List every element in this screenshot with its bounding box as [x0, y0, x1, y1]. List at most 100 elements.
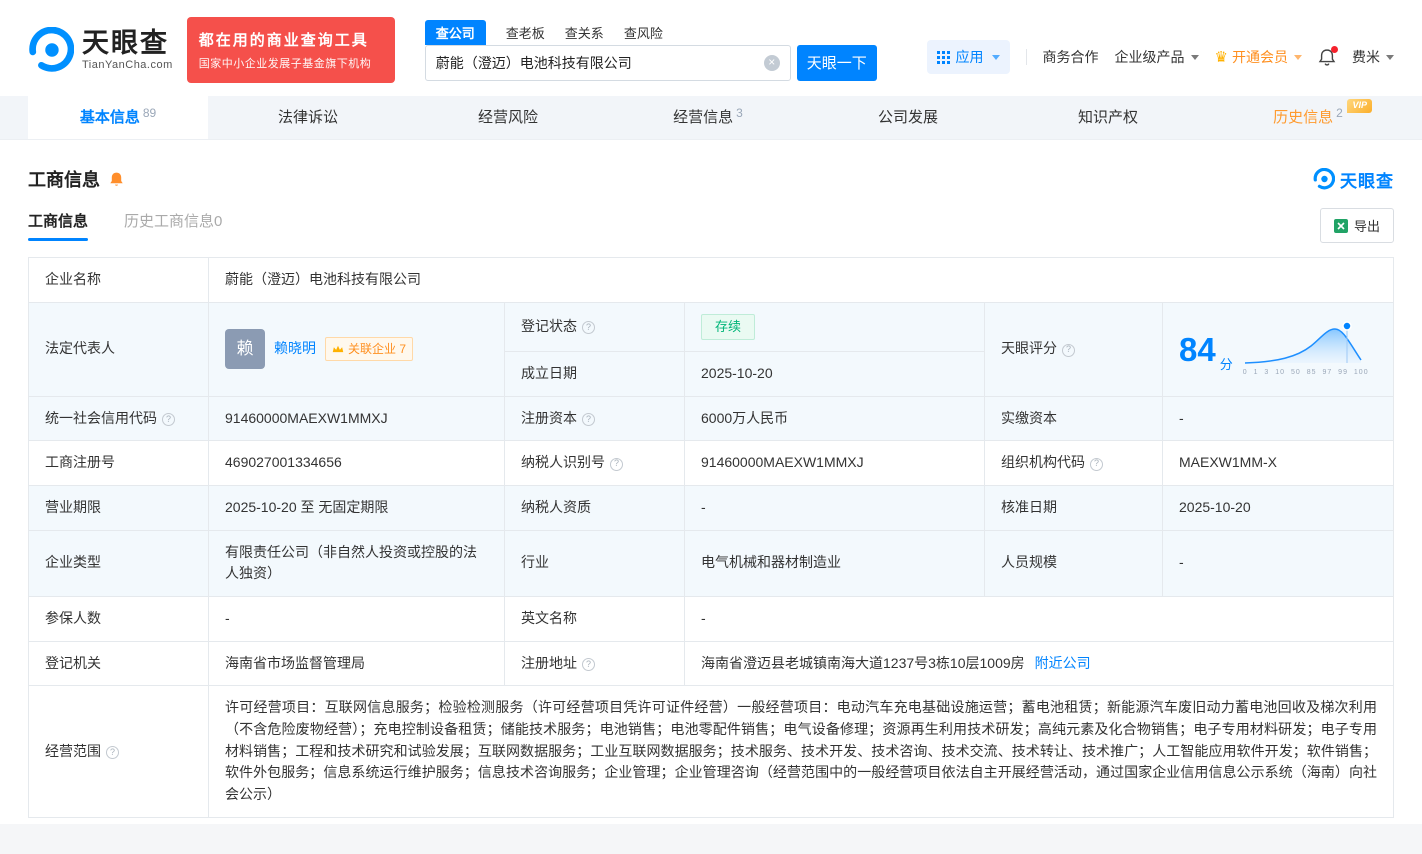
help-icon[interactable]: ?: [162, 412, 175, 426]
score-axis-labels: 0 1 3 10 50 85 97 99 100: [1242, 369, 1369, 377]
app-grid-icon: [936, 50, 950, 64]
search-tab-boss[interactable]: 查老板: [506, 20, 545, 45]
field-label: 企业类型: [28, 529, 209, 597]
tab-history-info[interactable]: VIP 历史信息 2: [1208, 96, 1408, 139]
tab-count: 89: [142, 106, 157, 120]
subscribe-bell[interactable]: [108, 171, 125, 188]
field-label: 纳税人资质: [504, 484, 685, 531]
nearby-companies-link[interactable]: 附近公司: [1035, 655, 1091, 671]
company-name-value: 蔚能（澄迈）电池科技有限公司: [208, 257, 1394, 303]
tyc-score-cell[interactable]: 84 分 0 1 3 10 50 85 97 99 100: [1162, 301, 1394, 397]
tab-label: 历史信息: [1273, 109, 1334, 126]
avatar[interactable]: 赖: [225, 329, 265, 370]
watermark-text: 天眼查: [1340, 171, 1394, 191]
reg-capital-value: 6000万人民币: [684, 395, 985, 442]
table-row: 企业类型 有限责任公司（非自然人投资或控股的法人独资） 行业 电气机械和器材制造…: [28, 529, 1394, 597]
search-tab-company[interactable]: 查公司: [424, 19, 486, 45]
reg-status-cell: 存续: [684, 301, 985, 352]
search-tab-risk[interactable]: 查风险: [624, 20, 663, 45]
promo-slogan-1: 都在用的商业查询工具: [198, 32, 369, 49]
org-code-label: 组织机构代码: [1001, 454, 1085, 471]
related-company-badge[interactable]: 关联企业 7: [325, 336, 414, 362]
brand-domain: TianYanCha.com: [82, 58, 173, 71]
table-row: 经营范围? 许可经营项目：互联网信息服务；检验检测服务（许可经营项目凭许可证件经…: [28, 685, 1394, 818]
subtab-history-business-info[interactable]: 历史工商信息0: [124, 210, 222, 241]
staff-size-value: -: [1162, 529, 1394, 597]
crown-icon: [332, 345, 344, 352]
export-button[interactable]: 导出: [1319, 208, 1394, 243]
table-row: 登记机关 海南省市场监督管理局 注册地址? 海南省澄迈县老城镇南海大道1237号…: [28, 640, 1394, 687]
score-curve-icon: [1244, 321, 1362, 364]
english-name-value: -: [684, 595, 1394, 642]
search-button[interactable]: 天眼一下: [796, 44, 877, 81]
apps-label: 应用: [955, 49, 984, 65]
subtab-business-info[interactable]: 工商信息: [28, 210, 89, 241]
reg-authority-value: 海南省市场监督管理局: [208, 640, 505, 687]
insured-count-value: -: [208, 595, 505, 642]
clear-icon[interactable]: ×: [763, 54, 780, 71]
help-icon[interactable]: ?: [582, 321, 595, 335]
establish-date-value: 2025-10-20: [684, 350, 985, 397]
cooperation-label: 商务合作: [1042, 49, 1099, 65]
vip-label: 开通会员: [1232, 49, 1288, 65]
score-curve-chart: 0 1 3 10 50 85 97 99 100: [1243, 319, 1369, 379]
header-divider: [1025, 49, 1027, 65]
reg-address-value: 海南省澄迈县老城镇南海大道1237号3栋10层1009房: [701, 654, 1025, 671]
excel-icon: [1333, 218, 1348, 233]
tab-label: 基本信息: [79, 109, 140, 126]
paid-capital-value: -: [1162, 395, 1394, 442]
score-value: 84: [1179, 330, 1216, 368]
reg-address-label: 注册地址: [521, 654, 577, 671]
legal-rep-link[interactable]: 赖晓明: [274, 338, 316, 360]
help-icon[interactable]: ?: [106, 746, 119, 760]
table-row: 参保人数 - 英文名称 -: [28, 595, 1394, 642]
field-label: 天眼评分?: [984, 301, 1163, 397]
tab-count: 3: [736, 106, 743, 120]
open-vip-link[interactable]: ♛ 开通会员: [1215, 47, 1302, 67]
tab-operation-risk[interactable]: 经营风险: [408, 96, 608, 139]
chevron-down-icon: [1190, 54, 1199, 60]
notification-dot: [1331, 45, 1338, 53]
field-label: 法定代表人: [28, 301, 209, 397]
help-icon[interactable]: ?: [582, 412, 595, 426]
search-input[interactable]: [435, 54, 764, 71]
search-tab-relation[interactable]: 查关系: [565, 20, 604, 45]
tab-basic-info[interactable]: 基本信息 89: [28, 96, 208, 139]
help-icon[interactable]: ?: [1090, 457, 1103, 471]
business-cooperation-link[interactable]: 商务合作: [1043, 47, 1099, 67]
tianyancha-logo[interactable]: 天眼查 TianYanCha.com: [28, 27, 173, 73]
brand-name: 天眼查: [82, 28, 169, 59]
search-input-wrap: ×: [424, 44, 791, 81]
help-icon[interactable]: ?: [1062, 343, 1075, 357]
main-content: 工商信息 天眼查 工商信息 历史工商信息0 导出 企业名称 蔚能（澄迈）电池科技…: [0, 166, 1422, 818]
table-row: 法定代表人 赖 赖晓明 关联企业 7 登记状态? 存续 天眼评分 ? 84 分 …: [28, 301, 1394, 397]
table-row: 工商注册号 469027001334656 纳税人识别号? 91460000MA…: [28, 440, 1394, 486]
tab-label: 经营信息: [673, 109, 734, 126]
vip-badge: VIP: [1347, 99, 1372, 113]
field-label: 成立日期: [504, 350, 685, 397]
enterprise-products-menu[interactable]: 企业级产品: [1115, 47, 1199, 67]
enterprise-label: 企业级产品: [1114, 49, 1185, 65]
field-label: 人员规模: [984, 529, 1163, 597]
chevron-down-icon: [991, 54, 1000, 60]
table-row: 企业名称 蔚能（澄迈）电池科技有限公司: [28, 257, 1394, 303]
field-label: 登记状态?: [504, 301, 685, 352]
crown-icon: ♛: [1214, 49, 1228, 66]
tab-company-development[interactable]: 公司发展: [808, 96, 1008, 139]
field-label: 注册地址?: [504, 640, 685, 687]
help-icon[interactable]: ?: [582, 658, 595, 672]
notification-bell[interactable]: [1318, 45, 1338, 67]
table-row: 营业期限 2025-10-20 至 无固定期限 纳税人资质 - 核准日期 202…: [28, 484, 1394, 531]
field-label: 纳税人识别号?: [504, 440, 685, 486]
export-label: 导出: [1353, 219, 1380, 234]
reg-address-cell: 海南省澄迈县老城镇南海大道1237号3栋10层1009房 附近公司: [684, 640, 1394, 687]
tab-operation-info[interactable]: 经营信息 3: [608, 96, 808, 139]
help-icon[interactable]: ?: [610, 457, 623, 471]
apps-menu[interactable]: 应用: [926, 40, 1010, 74]
table-row: 统一社会信用代码? 91460000MAEXW1MMXJ 注册资本? 6000万…: [28, 395, 1394, 442]
top-header: 天眼查 TianYanCha.com 都在用的商业查询工具 国家中小企业发展子基…: [0, 0, 1422, 96]
tab-legal-proceedings[interactable]: 法律诉讼: [208, 96, 408, 139]
user-menu[interactable]: 费米: [1352, 47, 1394, 67]
tab-intellectual-property[interactable]: 知识产权: [1008, 96, 1208, 139]
approval-date-value: 2025-10-20: [1162, 484, 1394, 531]
